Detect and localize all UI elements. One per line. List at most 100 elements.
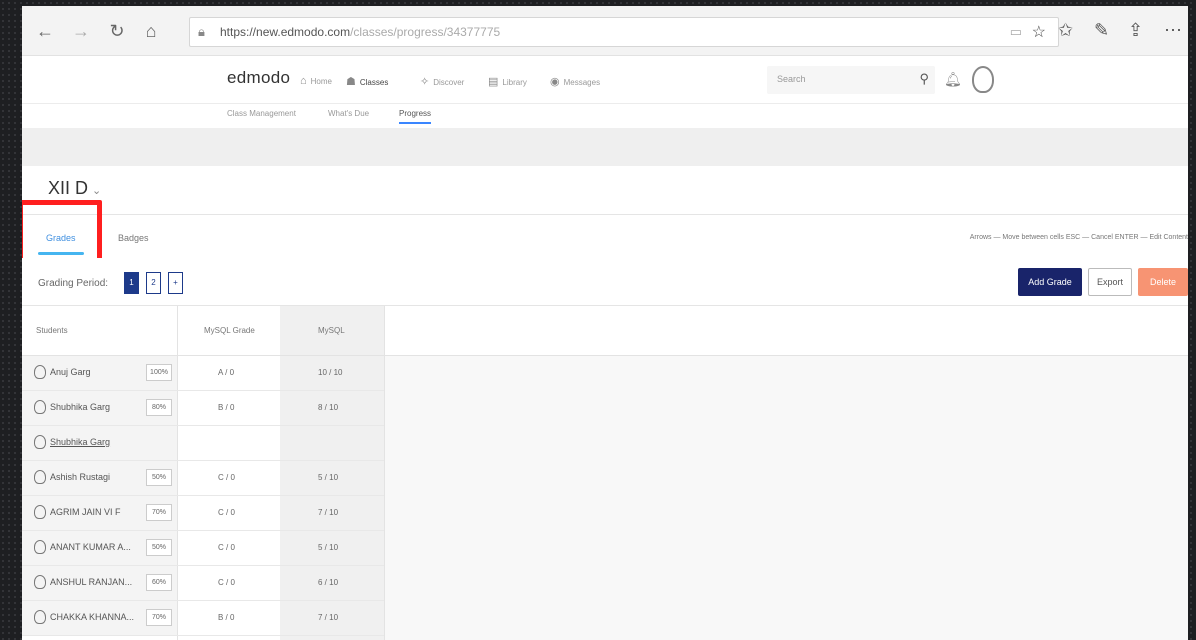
grade-cell[interactable]: C / 0 <box>218 543 235 552</box>
student-cell[interactable]: Shubhika Garg 80% <box>22 391 177 425</box>
empty-grid-area <box>385 356 1188 640</box>
student-name[interactable]: AGRIM JAIN VI F <box>50 507 140 517</box>
student-name[interactable]: Shubhika Garg <box>50 402 140 412</box>
score-cell[interactable]: 5 / 10 <box>318 543 338 552</box>
nav-library[interactable]: ▤ Library <box>488 75 527 88</box>
student-cell[interactable]: Ashish Rustagi 50% <box>22 461 177 495</box>
student-name[interactable]: Ashish Rustagi <box>50 472 140 482</box>
active-tab-indicator <box>38 252 84 255</box>
keyboard-shortcuts-hint: Arrows — Move between cells ESC — Cancel… <box>969 234 1188 241</box>
delete-button[interactable]: Delete <box>1138 268 1188 296</box>
star-icon[interactable]: ☆ <box>1032 22 1046 42</box>
student-percent: 70% <box>146 609 172 626</box>
student-name[interactable]: Anuj Garg <box>50 367 140 377</box>
nav-discover[interactable]: ✧ Discover <box>420 75 464 88</box>
student-avatar-icon <box>34 435 46 449</box>
progress-tabs: Grades Badges Arrows — Move between cell… <box>22 214 1188 258</box>
url-text: https://new.edmodo.com/classes/progress/… <box>220 25 501 39</box>
grade-cell[interactable]: C / 0 <box>218 473 235 482</box>
student-percent: 100% <box>146 364 172 381</box>
period-2-button[interactable]: 2 <box>146 272 161 294</box>
subnav-class-management[interactable]: Class Management <box>227 109 296 118</box>
student-name[interactable]: ANSHUL RANJAN... <box>50 577 140 587</box>
add-grade-button[interactable]: Add Grade <box>1018 268 1082 296</box>
add-period-button[interactable]: + <box>168 272 183 294</box>
table-row: ANSHUL RANJAN... 60% C / 0 6 / 10 <box>22 566 384 601</box>
student-cell[interactable]: Anuj Garg 100% <box>22 356 177 390</box>
edmodo-logo[interactable]: edmodo <box>227 68 290 88</box>
student-avatar-icon <box>34 470 46 484</box>
forward-arrow-icon[interactable]: → <box>70 20 92 42</box>
classes-icon: ☗ <box>346 76 356 88</box>
student-cell[interactable]: CHAKKA KHANNA... 70% <box>22 601 177 635</box>
export-button[interactable]: Export <box>1088 268 1132 296</box>
period-1-button[interactable]: 1 <box>124 272 139 294</box>
notification-icon[interactable]: 🔔︎ <box>944 71 962 88</box>
home-icon: ⌂ <box>300 75 307 87</box>
address-bar[interactable]: 🔒︎ https://new.edmodo.com/classes/progre… <box>189 17 1059 47</box>
student-cell[interactable]: ANANT KUMAR A... 50% <box>22 531 177 565</box>
chevron-down-icon: ⌄ <box>92 185 102 197</box>
header-mysql[interactable]: MySQL <box>318 326 345 335</box>
student-cell[interactable]: Shubhika Garg <box>22 426 177 460</box>
search-icon[interactable]: ⚲ <box>919 71 929 87</box>
student-cell[interactable]: ANSHUL RANJAN... 60% <box>22 566 177 600</box>
user-avatar[interactable] <box>972 66 994 93</box>
reader-icon[interactable]: ▭ <box>1010 24 1022 40</box>
student-avatar-icon <box>34 575 46 589</box>
score-cell[interactable]: 8 / 10 <box>318 403 338 412</box>
student-name[interactable]: Shubhika Garg <box>50 437 140 447</box>
grading-period-row: Grading Period: 1 2 + Add Grade Export D… <box>22 258 1188 306</box>
student-name[interactable]: CHAKKA KHANNA... <box>50 612 140 622</box>
library-icon: ▤ <box>488 76 499 88</box>
favorites-icon[interactable]: ✩ <box>1058 20 1073 41</box>
browser-toolbar: ← → ↻ ⌂ 🔒︎ https://new.edmodo.com/classe… <box>22 6 1188 56</box>
score-cell[interactable]: 5 / 10 <box>318 473 338 482</box>
tab-grades[interactable]: Grades <box>46 233 76 243</box>
class-subnav: Class Management What's Due Progress <box>22 104 1188 128</box>
gradebook-table: Students MySQL Grade MySQL Anuj Garg 100… <box>22 306 1188 640</box>
share-icon[interactable]: ⇪ <box>1128 20 1143 41</box>
grade-cell[interactable]: B / 0 <box>218 613 234 622</box>
header-students[interactable]: Students <box>36 326 68 335</box>
header-mysql-grade[interactable]: MySQL Grade <box>204 326 255 335</box>
subnav-progress[interactable]: Progress <box>399 109 432 124</box>
score-cell[interactable]: 10 / 10 <box>318 368 342 377</box>
search-placeholder: Search <box>777 74 806 84</box>
score-cell[interactable]: 7 / 10 <box>318 508 338 517</box>
more-icon[interactable]: ⋯ <box>1164 20 1182 41</box>
grade-cell[interactable]: C / 0 <box>218 508 235 517</box>
messages-icon: ◉ <box>550 76 560 88</box>
student-percent: 80% <box>146 399 172 416</box>
grade-cell[interactable]: A / 0 <box>218 368 234 377</box>
table-row: Anuj Garg 100% A / 0 10 / 10 <box>22 356 384 391</box>
grade-cell[interactable]: C / 0 <box>218 578 235 587</box>
nav-messages[interactable]: ◉ Messages <box>550 75 600 88</box>
table-row: Ashish Rustagi 50% C / 0 5 / 10 <box>22 461 384 496</box>
student-avatar-icon <box>34 400 46 414</box>
banner-band <box>22 128 1188 166</box>
student-percent: 50% <box>146 469 172 486</box>
class-selector[interactable]: XII D ⌄ <box>48 178 101 199</box>
student-percent: 50% <box>146 539 172 556</box>
student-name[interactable]: ANANT KUMAR A... <box>50 542 140 552</box>
student-avatar-icon <box>34 540 46 554</box>
pen-icon[interactable]: ✎ <box>1094 20 1109 41</box>
score-cell[interactable]: 7 / 10 <box>318 613 338 622</box>
student-cell[interactable]: AGRIM JAIN VI F 70% <box>22 496 177 530</box>
column-divider <box>384 306 385 640</box>
back-arrow-icon[interactable]: ← <box>34 20 56 42</box>
nav-classes[interactable]: ☗ Classes <box>346 75 388 88</box>
refresh-icon[interactable]: ↻ <box>106 20 128 42</box>
student-avatar-icon <box>34 365 46 379</box>
subnav-whats-due[interactable]: What's Due <box>328 109 369 118</box>
search-input[interactable]: Search ⚲ <box>767 66 935 94</box>
score-cell[interactable]: 6 / 10 <box>318 578 338 587</box>
class-title: XII D <box>48 178 89 198</box>
home-icon[interactable]: ⌂ <box>140 20 162 42</box>
grade-cell[interactable]: B / 0 <box>218 403 234 412</box>
student-percent: 60% <box>146 574 172 591</box>
tab-badges[interactable]: Badges <box>118 233 149 243</box>
table-row: Shubhika Garg 80% B / 0 8 / 10 <box>22 391 384 426</box>
nav-home[interactable]: ⌂ Home <box>300 75 332 87</box>
